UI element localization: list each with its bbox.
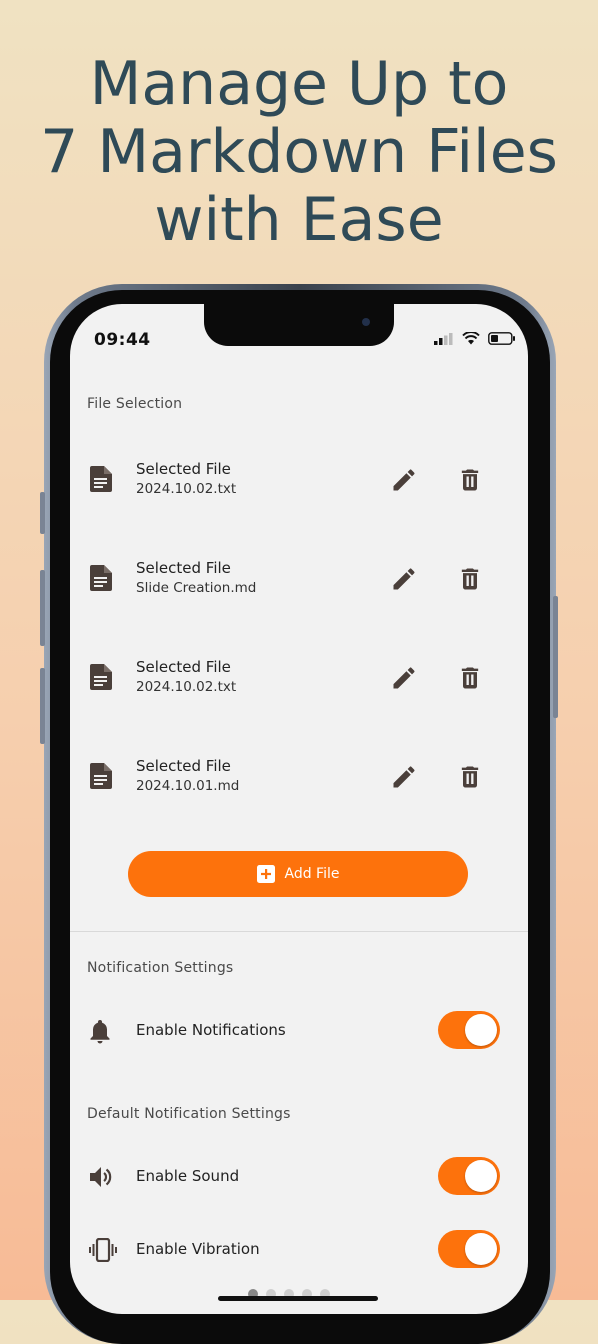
enable-vibration-toggle[interactable] — [438, 1230, 500, 1268]
toggle-knob — [465, 1233, 497, 1265]
enable-notifications-toggle[interactable] — [438, 1011, 500, 1049]
file-row-title: Selected File — [136, 559, 231, 577]
file-row-title: Selected File — [136, 658, 231, 676]
file-row-title: Selected File — [136, 757, 231, 775]
edit-icon[interactable] — [390, 466, 418, 494]
section-divider — [70, 931, 528, 932]
status-icons — [434, 332, 516, 345]
enable-notifications-row: Enable Notifications — [70, 1009, 528, 1053]
headline: Manage Up to 7 Markdown Files with Ease — [0, 50, 598, 254]
volume-icon — [90, 1167, 112, 1187]
file-row-filename: 2024.10.02.txt — [136, 679, 237, 695]
file-row-filename: 2024.10.01.md — [136, 778, 240, 794]
phone-screen: 09:44 File Selection Selected File 2024.… — [70, 304, 528, 1314]
enable-sound-row: Enable Sound — [70, 1155, 528, 1199]
volume-up-button — [40, 570, 45, 646]
delete-icon[interactable] — [456, 664, 484, 692]
battery-icon — [488, 332, 515, 345]
wifi-icon — [462, 332, 480, 345]
enable-sound-toggle[interactable] — [438, 1157, 500, 1195]
file-row-filename: 2024.10.02.txt — [136, 481, 237, 497]
bell-icon — [90, 1020, 110, 1044]
document-icon — [90, 565, 112, 591]
file-row-4: Selected File 2024.10.01.md — [70, 747, 528, 807]
status-time: 09:44 — [94, 330, 151, 350]
document-icon — [90, 664, 112, 690]
file-row-2: Selected File Slide Creation.md — [70, 549, 528, 609]
delete-icon[interactable] — [456, 466, 484, 494]
home-indicator[interactable] — [218, 1296, 378, 1301]
document-icon — [90, 466, 112, 492]
edit-icon[interactable] — [390, 763, 418, 791]
notch — [204, 304, 394, 346]
silent-switch — [40, 492, 45, 534]
headline-line-3: with Ease — [154, 185, 444, 255]
enable-sound-label: Enable Sound — [136, 1167, 240, 1185]
file-selection-title: File Selection — [87, 396, 183, 412]
toggle-knob — [465, 1160, 497, 1192]
file-row-3: Selected File 2024.10.02.txt — [70, 648, 528, 708]
document-icon — [90, 763, 112, 789]
headline-line-2: 7 Markdown Files — [40, 117, 558, 187]
edit-icon[interactable] — [390, 664, 418, 692]
delete-icon[interactable] — [456, 763, 484, 791]
add-box-icon — [256, 865, 275, 883]
enable-vibration-row: Enable Vibration — [70, 1228, 528, 1272]
headline-line-1: Manage Up to — [89, 49, 509, 119]
volume-down-button — [40, 668, 45, 744]
camera-icon — [362, 318, 370, 326]
file-row-title: Selected File — [136, 460, 231, 478]
add-file-button[interactable]: Add File — [128, 851, 468, 897]
toggle-knob — [465, 1014, 497, 1046]
default-notification-settings-title: Default Notification Settings — [87, 1106, 291, 1122]
power-button — [553, 596, 558, 718]
vibration-icon — [89, 1238, 117, 1262]
enable-notifications-label: Enable Notifications — [136, 1021, 286, 1039]
signal-icon — [434, 332, 453, 345]
add-file-label: Add File — [284, 866, 340, 882]
file-row-1: Selected File 2024.10.02.txt — [70, 450, 528, 510]
edit-icon[interactable] — [390, 565, 418, 593]
notification-settings-title: Notification Settings — [87, 960, 234, 976]
enable-vibration-label: Enable Vibration — [136, 1240, 260, 1258]
file-row-filename: Slide Creation.md — [136, 580, 257, 596]
delete-icon[interactable] — [456, 565, 484, 593]
